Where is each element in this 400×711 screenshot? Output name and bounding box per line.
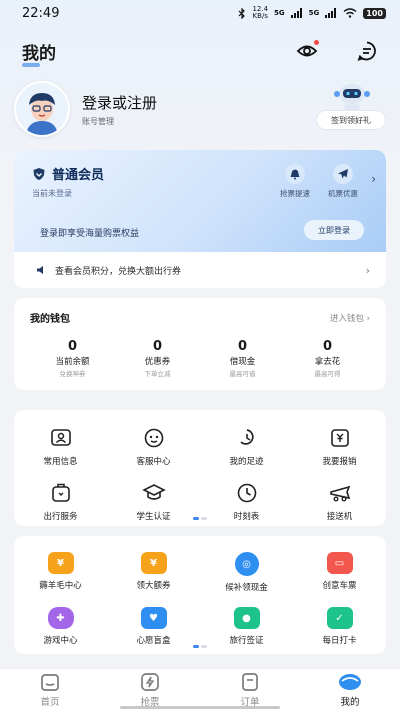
login-register-link[interactable]: 登录或注册 (82, 92, 157, 113)
bottom-nav: 首页 抢票 订单 我的 (0, 668, 400, 711)
service-customer-center[interactable]: 客服中心 (107, 426, 200, 467)
wallet-title: 我的钱包 (30, 314, 70, 325)
benefit-flight-discount[interactable]: 机票优惠 (328, 164, 358, 199)
activities-pager (193, 645, 207, 648)
wallet-item-naquhua[interactable]: 0 拿去花 最高可得 (285, 339, 370, 378)
member-points-row[interactable]: 查看会员积分，兑换大额出行券 › (14, 252, 386, 288)
nav-home[interactable]: 首页 (0, 669, 100, 711)
blind-box-icon: ♥ (140, 607, 167, 629)
wifi-icon (343, 8, 357, 18)
member-points-text: 查看会员积分，兑换大额出行券 (55, 266, 182, 277)
clock-icon (237, 483, 256, 503)
member-banner[interactable]: 普通会员 当前未登录 抢票提速 机票优惠 › 登录即享受海量购票权益 立即登录 (14, 150, 386, 252)
service-student[interactable]: 学生认证 (107, 481, 200, 522)
robot-mascot-icon (334, 84, 370, 111)
lightning-icon (141, 673, 159, 691)
id-card-icon (50, 429, 71, 446)
bluetooth-icon (239, 7, 246, 19)
cash-icon: ◎ (234, 552, 259, 576)
login-now-button[interactable]: 立即登录 (304, 220, 364, 240)
activity-wool-center[interactable]: ¥ 薅羊毛中心 (14, 552, 107, 593)
bell-icon (290, 169, 300, 180)
wallet-item-balance[interactable]: 0 当前余额 兑换神券 (30, 339, 115, 378)
airport-car-icon (329, 485, 350, 502)
reimburse-icon (330, 429, 349, 447)
gamepad-icon: ✚ (47, 607, 74, 629)
activities-card: ¥ 薅羊毛中心 ¥ 领大额券 ◎ 候补领现金 ▭ 创意车票 ✚ 游戏中心 ♥ 心… (14, 536, 386, 654)
service-common-info[interactable]: 常用信息 (14, 426, 107, 467)
nav-orders[interactable]: 订单 (200, 669, 300, 711)
activity-game-center[interactable]: ✚ 游戏中心 (14, 607, 107, 646)
ticket-icon: ▭ (326, 552, 353, 574)
chevron-right-icon[interactable]: › (371, 172, 376, 186)
service-timetable[interactable]: 时刻表 (200, 481, 293, 522)
services-pager (193, 517, 207, 520)
page-header: 我的 (0, 34, 400, 68)
gift-coupon-icon: ¥ (140, 552, 167, 574)
check-in-icon: ✓ (326, 607, 353, 629)
signal-2: 5G (308, 9, 320, 17)
signal-1: 5G (274, 9, 285, 17)
member-level-title: 普通会员 (52, 168, 105, 183)
benefit-label: 抢票提速 (280, 189, 310, 198)
activity-visa[interactable]: ● 旅行签证 (200, 607, 293, 646)
page-title: 我的 (22, 39, 56, 67)
nav-mine[interactable]: 我的 (300, 669, 400, 711)
service-icon (144, 428, 163, 448)
nav-grab-ticket[interactable]: 抢票 (100, 669, 200, 711)
benefit-label: 机票优惠 (328, 189, 358, 198)
sign-in-reward-button[interactable]: 签到领好礼 (316, 110, 386, 130)
home-indicator[interactable] (120, 706, 280, 709)
service-airport-transfer[interactable]: 接送机 (293, 481, 386, 522)
signal-bars-icon (290, 8, 302, 18)
profile-icon (339, 674, 361, 690)
wallet-item-borrow-cash[interactable]: 0 借现金 最高可借 (200, 339, 285, 378)
member-card: 普通会员 当前未登录 抢票提速 机票优惠 › 登录即享受海量购票权益 立即登录 … (14, 150, 386, 288)
eye-button[interactable] (296, 40, 319, 62)
activity-blind-box[interactable]: ♥ 心愿盲盒 (107, 607, 200, 646)
travel-service-icon (51, 483, 70, 502)
status-time: 22:49 (22, 5, 60, 21)
activity-big-coupon[interactable]: ¥ 领大额券 (107, 552, 200, 593)
battery-indicator: 100 (363, 7, 386, 19)
member-promo-text: 登录即享受海量购票权益 (40, 229, 140, 239)
signal-bars-2-icon (325, 8, 337, 18)
speaker-icon (37, 266, 43, 274)
graduation-cap-icon (141, 484, 166, 500)
plane-icon (338, 169, 348, 179)
net-speed: 12.4 KB/s (252, 5, 269, 20)
benefit-ticket-speedup[interactable]: 抢票提速 (280, 164, 310, 199)
service-reimburse[interactable]: 我要报销 (293, 426, 386, 467)
services-card: 常用信息 客服中心 我的足迹 我要报销 出行服务 学生认证 时刻表 接送机 (14, 410, 386, 526)
service-travel[interactable]: 出行服务 (14, 481, 107, 522)
wallet-item-coupons[interactable]: 0 优惠券 下单立减 (115, 339, 200, 378)
visa-icon: ● (233, 607, 260, 629)
avatar[interactable] (14, 81, 70, 137)
home-icon (41, 674, 59, 691)
service-footprint[interactable]: 我的足迹 (200, 426, 293, 467)
message-button[interactable] (356, 40, 378, 62)
notification-dot (314, 40, 319, 45)
chevron-right-icon: › (365, 263, 370, 277)
avatar-illustration (16, 83, 68, 135)
activity-check-in[interactable]: ✓ 每日打卡 (293, 607, 386, 646)
coupon-icon: ¥ (47, 552, 74, 574)
wallet-card: 我的钱包 进入钱包 › 0 当前余额 兑换神券 0 优惠券 下单立减 0 借现金… (14, 298, 386, 390)
order-icon (242, 673, 258, 691)
status-icons: 12.4 KB/s 5G 5G 100 (238, 6, 386, 20)
profile-section: 登录或注册 账号管理 签到领好礼 (14, 81, 386, 137)
status-bar: 22:49 12.4 KB/s 5G 5G 100 (0, 0, 400, 26)
account-manage-link[interactable]: 账号管理 (82, 116, 157, 127)
shield-icon (33, 167, 45, 180)
enter-wallet-link[interactable]: 进入钱包 › (330, 312, 370, 324)
message-icon (357, 41, 376, 61)
activity-waitlist-cash[interactable]: ◎ 候补领现金 (200, 552, 293, 593)
activity-creative-ticket[interactable]: ▭ 创意车票 (293, 552, 386, 593)
footprint-icon (239, 429, 254, 445)
